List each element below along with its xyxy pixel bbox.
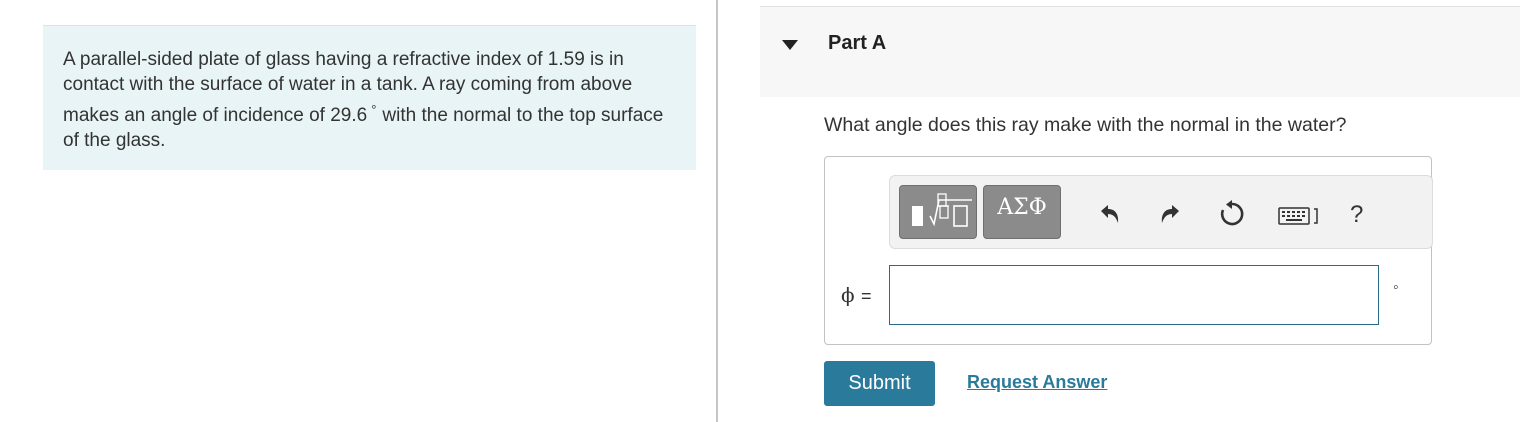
- reset-icon[interactable]: [1218, 200, 1246, 228]
- collapse-caret-icon[interactable]: [782, 40, 798, 50]
- phi-symbol: ϕ: [841, 283, 855, 307]
- greek-symbols-icon: ΑΣΦ: [997, 195, 1047, 220]
- request-answer-link[interactable]: Request Answer: [967, 372, 1107, 393]
- redo-icon[interactable]: [1158, 202, 1182, 226]
- undo-icon[interactable]: [1098, 202, 1122, 226]
- problem-statement-panel: A parallel-sided plate of glass having a…: [43, 25, 696, 170]
- keyboard-icon[interactable]: [1278, 207, 1320, 225]
- templates-button[interactable]: [899, 185, 977, 239]
- degree-unit-label: ◦: [1393, 279, 1399, 296]
- templates-icon: [912, 193, 972, 227]
- question-text: What angle does this ray make with the n…: [824, 114, 1347, 136]
- answer-variable-label: ϕ =: [841, 283, 872, 307]
- submit-button[interactable]: Submit: [824, 361, 935, 406]
- degree-symbol: °: [371, 102, 377, 117]
- help-icon[interactable]: ?: [1350, 201, 1363, 229]
- problem-text: A parallel-sided plate of glass having a…: [63, 47, 673, 153]
- column-divider: [716, 0, 718, 422]
- answer-input[interactable]: [889, 265, 1379, 325]
- part-title: Part A: [828, 32, 887, 54]
- part-a-header[interactable]: Part A: [760, 6, 1520, 97]
- answer-area: ΑΣΦ ? ϕ = ◦: [824, 156, 1433, 345]
- math-toolbar: ΑΣΦ ?: [889, 175, 1433, 249]
- greek-symbols-button[interactable]: ΑΣΦ: [983, 185, 1061, 239]
- equals-sign: =: [861, 286, 872, 306]
